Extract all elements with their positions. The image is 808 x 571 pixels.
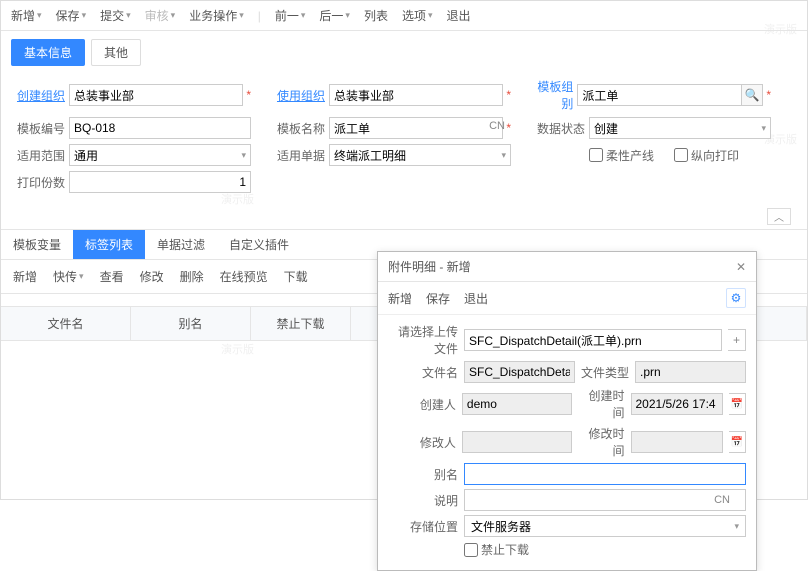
dlg-filename-input (464, 361, 575, 383)
dlg-save-button[interactable]: 保存 (426, 290, 450, 307)
dlg-filetype-input (635, 361, 746, 383)
search-icon[interactable]: 🔍 (741, 84, 763, 106)
dlg-nodownload-check[interactable] (464, 543, 478, 557)
bizop-button[interactable]: 业务操作▾ (189, 7, 244, 24)
tmpl-name-input[interactable] (329, 117, 503, 139)
col-nodl[interactable]: 禁止下载 (251, 307, 351, 340)
data-state-select[interactable]: 创建▾ (589, 117, 771, 139)
sub-quick-button[interactable]: 快传▾ (53, 268, 84, 285)
sub-preview-button[interactable]: 在线预览 (220, 268, 268, 285)
dlg-storage-select[interactable]: 文件服务器▾ (464, 515, 746, 537)
use-org-label[interactable]: 使用组织 (271, 87, 329, 104)
main-tabs: 基本信息 其他 (1, 31, 807, 74)
calendar-icon[interactable]: 📅 (729, 393, 747, 415)
subtab-vars[interactable]: 模板变量 (1, 230, 73, 259)
sub-del-button[interactable]: 删除 (180, 268, 204, 285)
tab-other[interactable]: 其他 (91, 39, 141, 66)
flex-line-check[interactable] (589, 148, 603, 162)
caret-icon: ▾ (37, 10, 42, 21)
dlg-new-button[interactable]: 新增 (388, 290, 412, 307)
sub-new-button[interactable]: 新增 (13, 268, 37, 285)
dlg-createtime-input (631, 393, 723, 415)
col-filename[interactable]: 文件名 (1, 307, 131, 340)
next-button[interactable]: 后一▾ (319, 7, 350, 24)
attachment-dialog: 附件明细 - 新增 ✕ 新增 保存 退出 ⚙ 请选择上传文件 + 文件名 文件类… (377, 251, 757, 571)
sub-download-button[interactable]: 下载 (284, 268, 308, 285)
subtab-plugin[interactable]: 自定义插件 (217, 230, 301, 259)
submit-button[interactable]: 提交▾ (100, 7, 131, 24)
close-icon[interactable]: ✕ (736, 260, 746, 274)
list-button[interactable]: 列表 (364, 7, 388, 24)
audit-button[interactable]: 审核▾ (145, 7, 176, 24)
dlg-modifytime-input (631, 431, 723, 453)
tab-basic[interactable]: 基本信息 (11, 39, 85, 66)
tmpl-group-input[interactable] (577, 84, 741, 106)
copies-input[interactable] (69, 171, 251, 193)
gear-icon[interactable]: ⚙ (726, 288, 746, 308)
dlg-alias-input[interactable] (464, 463, 746, 485)
prev-button[interactable]: 前一▾ (275, 7, 306, 24)
use-org-input[interactable] (329, 84, 503, 106)
create-org-input[interactable] (69, 84, 243, 106)
dlg-modifier-input (462, 431, 572, 453)
subtab-filter[interactable]: 单据过滤 (145, 230, 217, 259)
subtab-labels[interactable]: 标签列表 (73, 230, 145, 259)
dlg-creator-input (462, 393, 572, 415)
upload-file-input[interactable] (464, 329, 722, 351)
dialog-title: 附件明细 - 新增 (388, 258, 471, 275)
sub-view-button[interactable]: 查看 (100, 268, 124, 285)
tmpl-group-label: 模板组别 (531, 78, 577, 112)
options-button[interactable]: 选项▾ (402, 7, 433, 24)
top-toolbar: 新增▾ 保存▾ 提交▾ 审核▾ 业务操作▾ | 前一▾ 后一▾ 列表 选项▾ 退… (1, 1, 807, 31)
save-button[interactable]: 保存▾ (56, 7, 87, 24)
scope-select[interactable]: 通用▾ (69, 144, 251, 166)
calendar-icon[interactable]: 📅 (729, 431, 747, 453)
create-org-label[interactable]: 创建组织 (11, 87, 69, 104)
sheet-select[interactable]: 终端派工明细▾ (329, 144, 511, 166)
dlg-exit-button[interactable]: 退出 (464, 290, 488, 307)
dlg-desc-input[interactable] (464, 489, 746, 511)
plus-icon[interactable]: + (728, 329, 746, 351)
sub-edit-button[interactable]: 修改 (140, 268, 164, 285)
exit-button[interactable]: 退出 (447, 7, 471, 24)
col-alias[interactable]: 别名 (131, 307, 251, 340)
vert-print-check[interactable] (674, 148, 688, 162)
new-button[interactable]: 新增▾ (11, 7, 42, 24)
tmpl-id-input[interactable] (69, 117, 251, 139)
collapse-button[interactable]: ︿ (767, 208, 791, 225)
